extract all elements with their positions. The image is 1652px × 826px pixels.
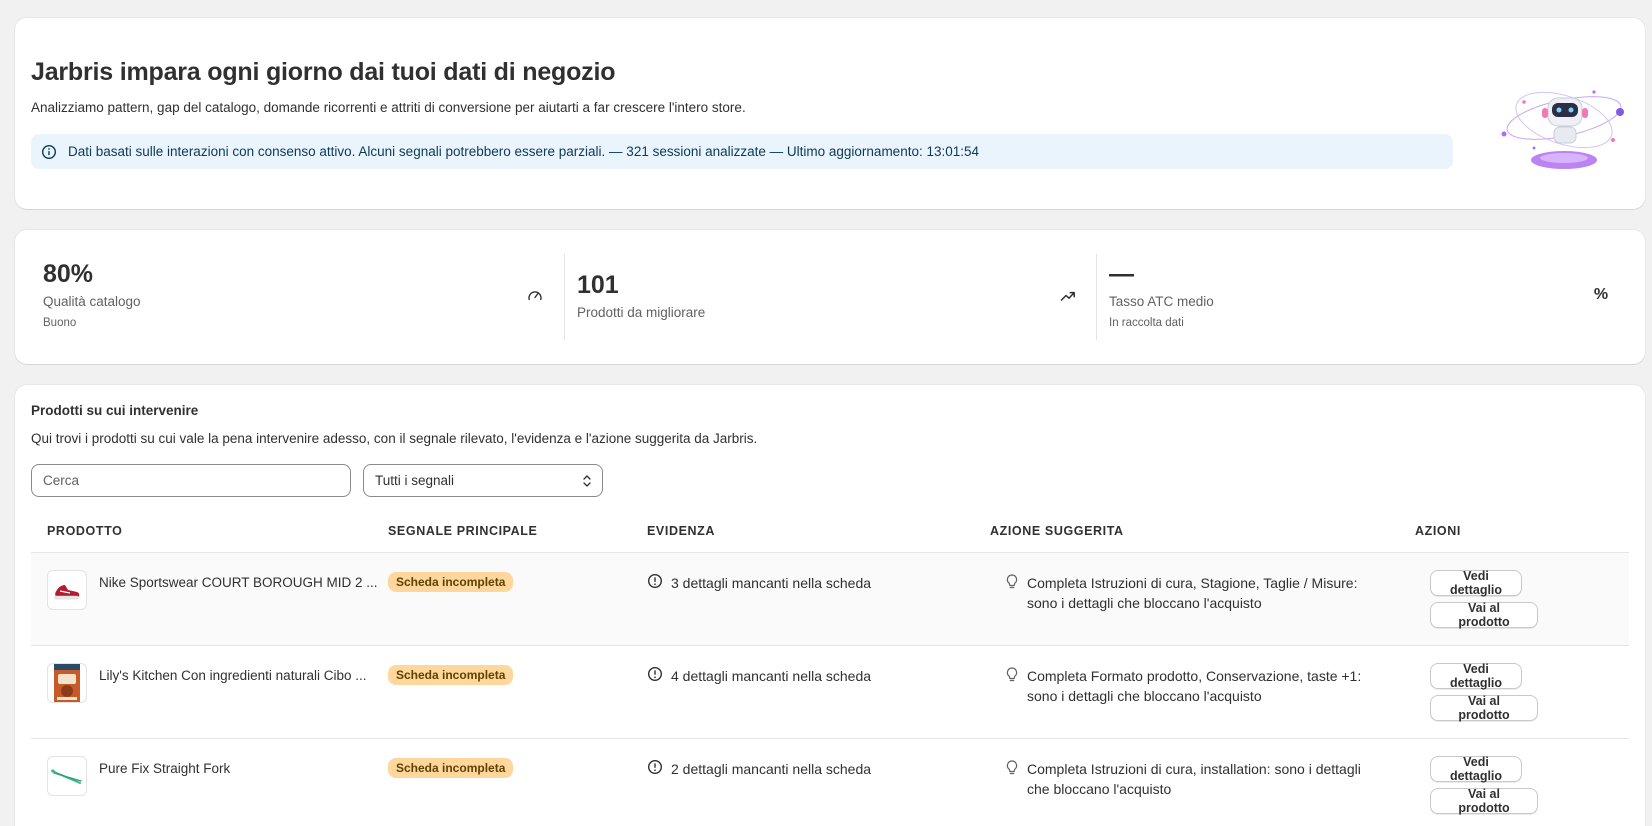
stat-atc-rate-label: Tasso ATC medio [1109, 294, 1214, 309]
evidence: 2 dettagli mancanti nella scheda [647, 759, 871, 778]
info-banner: Dati basati sulle interazioni con consen… [31, 134, 1453, 169]
signal-badge: Scheda incompleta [388, 758, 514, 778]
stat-products-improve-label: Prodotti da migliorare [577, 305, 706, 320]
page-title: Jarbris impara ogni giorno dai tuoi dati… [31, 58, 616, 86]
suggested-action: Completa Istruzioni di cura, Stagione, T… [1005, 573, 1387, 613]
chevron-updown-icon [581, 473, 593, 489]
product-thumbnail [47, 663, 87, 703]
stat-atc-rate-note: In raccolta dati [1109, 317, 1184, 329]
go-to-product-button[interactable]: Vai al prodotto [1430, 694, 1538, 722]
section-subtitle: Qui trovi i prodotti su cui vale la pena… [31, 431, 758, 446]
table-row: Pure Fix Straight Fork Scheda incompleta… [31, 738, 1629, 826]
section-title: Prodotti su cui intervenire [31, 403, 199, 418]
table-row: Lily's Kitchen Con ingredienti naturali … [31, 645, 1629, 738]
lightbulb-icon [1005, 759, 1019, 799]
info-icon [41, 144, 57, 160]
alert-circle-icon [647, 759, 663, 778]
stat-divider [564, 254, 565, 340]
evidence-text: 4 dettagli mancanti nella scheda [671, 667, 872, 684]
evidence: 4 dettagli mancanti nella scheda [647, 666, 871, 685]
trending-up-icon [1058, 286, 1078, 306]
suggested-action-text: Completa Istruzioni di cura, installatio… [1027, 761, 1361, 797]
percent-icon: % [1593, 286, 1609, 303]
gauge-icon [525, 286, 545, 306]
view-detail-button[interactable]: Vedi dettaglio [1430, 755, 1522, 783]
view-detail-button[interactable]: Vedi dettaglio [1430, 662, 1522, 690]
view-detail-button[interactable]: Vedi dettaglio [1430, 569, 1522, 597]
column-header-action: AZIONE SUGGERITA [990, 524, 1124, 538]
stat-catalog-quality-label: Qualità catalogo [43, 294, 141, 309]
go-to-product-button[interactable]: Vai al prodotto [1430, 787, 1538, 815]
stat-divider [1096, 254, 1097, 340]
stat-catalog-quality-value: 80% [43, 260, 94, 288]
hero-subtitle: Analizziamo pattern, gap del catalogo, d… [31, 100, 746, 115]
evidence-text: 2 dettagli mancanti nella scheda [671, 760, 872, 777]
column-header-evidence: EVIDENZA [647, 524, 716, 538]
alert-circle-icon [647, 666, 663, 685]
alert-circle-icon [647, 573, 663, 592]
product-thumbnail [47, 756, 87, 796]
stat-products-improve-value: 101 [577, 271, 619, 299]
column-header-product: PRODOTTO [47, 524, 123, 538]
signal-badge: Scheda incompleta [388, 665, 514, 685]
evidence: 3 dettagli mancanti nella scheda [647, 573, 871, 592]
signal-badge: Scheda incompleta [388, 572, 514, 592]
search-input[interactable] [31, 464, 351, 497]
info-banner-text: Dati basati sulle interazioni con consen… [68, 144, 980, 159]
go-to-product-button[interactable]: Vai al prodotto [1430, 601, 1538, 629]
evidence-text: 3 dettagli mancanti nella scheda [671, 574, 872, 591]
lightbulb-icon [1005, 573, 1019, 613]
product-name[interactable]: Pure Fix Straight Fork [99, 761, 379, 776]
products-card: Prodotti su cui intervenire Qui trovi i … [15, 385, 1645, 826]
suggested-action: Completa Formato prodotto, Conservazione… [1005, 666, 1387, 706]
table-row: Nike Sportswear COURT BOROUGH MID 2 ... … [31, 552, 1629, 645]
stats-card: 80% Qualità catalogo Buono 101 Prodotti … [15, 230, 1645, 364]
hero-card: Jarbris impara ogni giorno dai tuoi dati… [15, 18, 1645, 209]
stat-atc-rate-value: — [1109, 260, 1134, 288]
column-header-signal: SEGNALE PRINCIPALE [388, 524, 538, 538]
robot-illustration [1496, 70, 1636, 180]
lightbulb-icon [1005, 666, 1019, 706]
product-thumbnail [47, 570, 87, 610]
signal-filter-select[interactable]: Tutti i segnali [363, 464, 603, 497]
suggested-action-text: Completa Istruzioni di cura, Stagione, T… [1027, 575, 1358, 611]
stat-catalog-quality-note: Buono [43, 317, 77, 329]
column-header-actions: AZIONI [1415, 524, 1461, 538]
suggested-action: Completa Istruzioni di cura, installatio… [1005, 759, 1387, 799]
product-name[interactable]: Nike Sportswear COURT BOROUGH MID 2 ... [99, 575, 379, 590]
product-name[interactable]: Lily's Kitchen Con ingredienti naturali … [99, 668, 379, 683]
suggested-action-text: Completa Formato prodotto, Conservazione… [1027, 668, 1362, 704]
signal-filter-value: Tutti i segnali [375, 473, 455, 488]
